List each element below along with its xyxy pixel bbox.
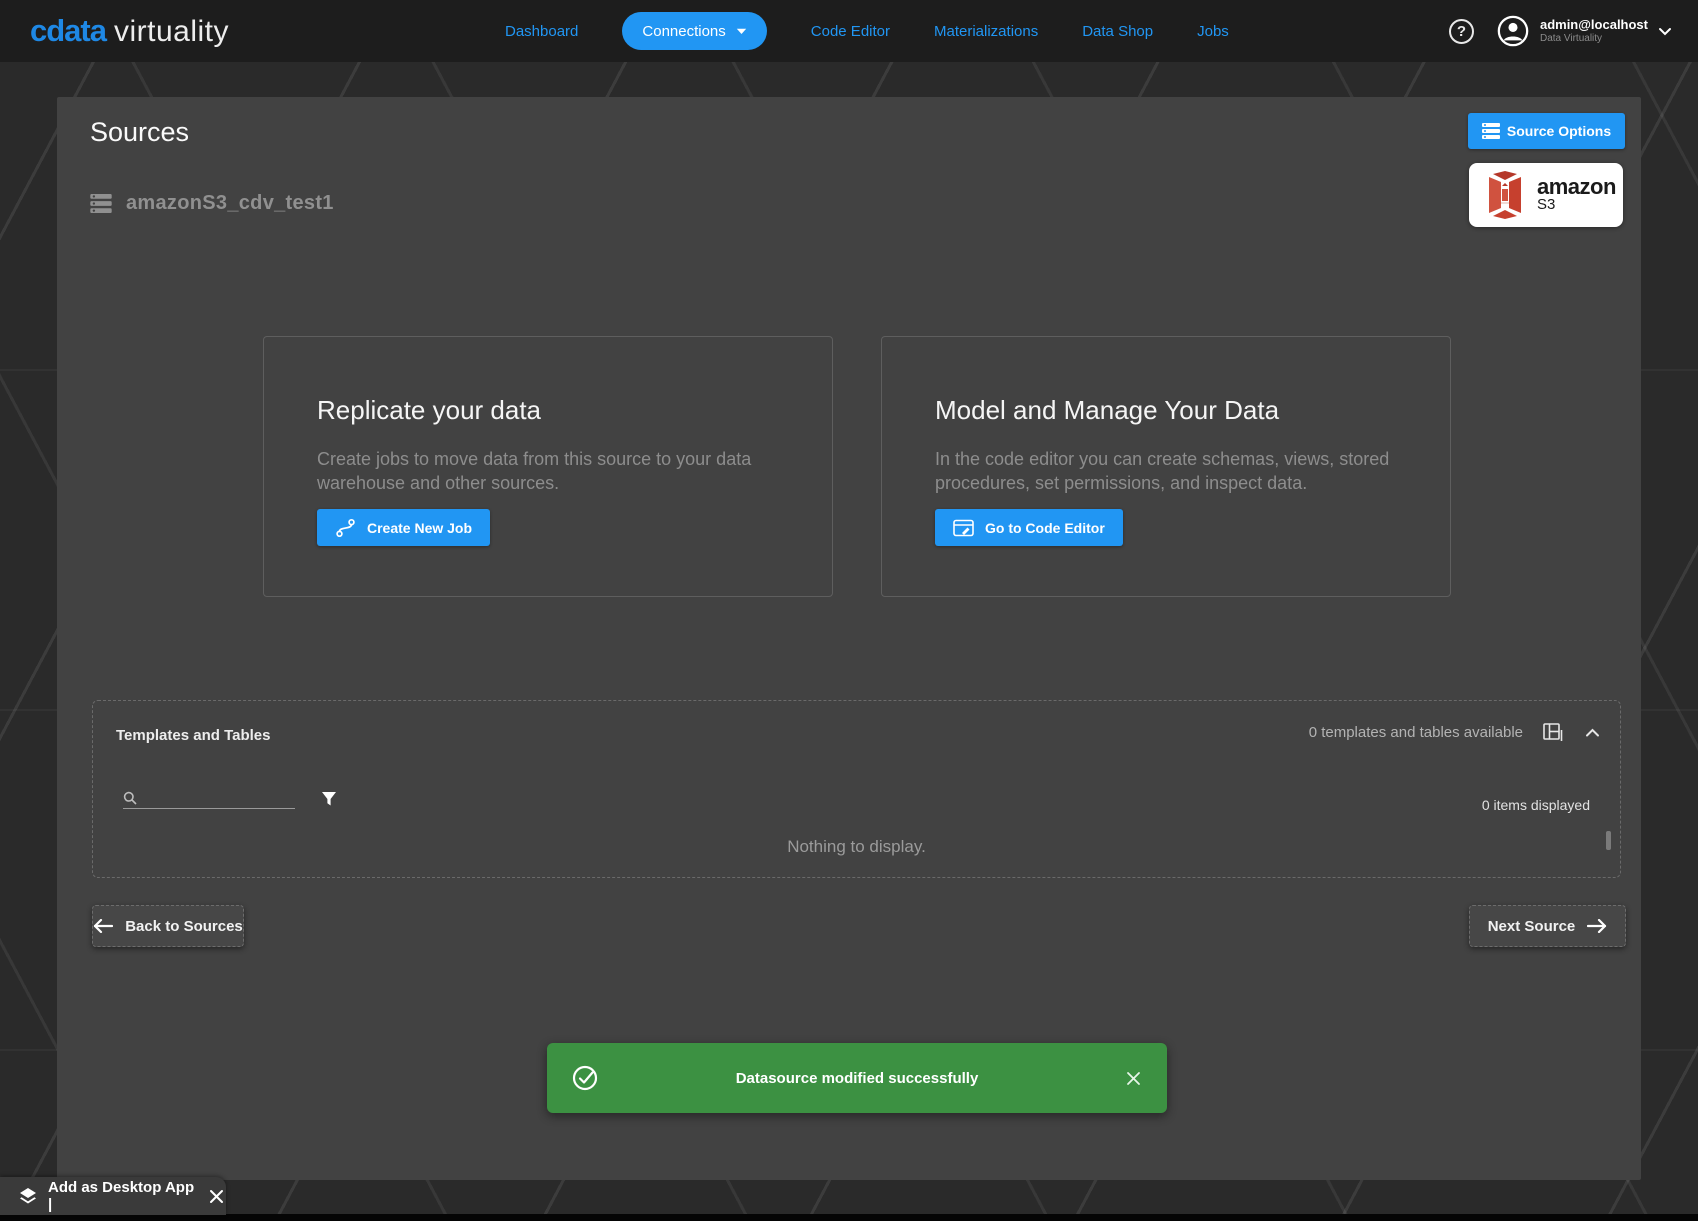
nav-item-dashboard[interactable]: Dashboard bbox=[505, 23, 578, 40]
source-name: amazonS3_cdv_test1 bbox=[126, 192, 334, 214]
back-to-sources-label: Back to Sources bbox=[125, 917, 243, 935]
main-navigation: Dashboard Connections Code Editor Materi… bbox=[505, 0, 1229, 62]
amazon-s3-wordmark: amazon S3 bbox=[1537, 174, 1616, 214]
arrow-left-icon bbox=[93, 919, 114, 933]
go-to-code-editor-button[interactable]: Go to Code Editor bbox=[935, 509, 1123, 546]
user-name: admin@localhost bbox=[1539, 17, 1648, 33]
nav-item-jobs[interactable]: Jobs bbox=[1197, 23, 1229, 40]
empty-list-message: Nothing to display. bbox=[787, 837, 926, 856]
replicate-data-card: Replicate your data Create jobs to move … bbox=[263, 336, 833, 597]
add-as-desktop-app-label: Add as Desktop App | bbox=[48, 1179, 195, 1213]
amazon-s3-logo-card: amazon S3 bbox=[1469, 163, 1623, 227]
nav-item-connections[interactable]: Connections bbox=[622, 12, 767, 50]
app-logo[interactable]: cdata virtuality bbox=[30, 13, 229, 49]
page-title: Sources bbox=[90, 117, 190, 147]
toast-message: Datasource modified successfully bbox=[735, 1069, 979, 1087]
replicate-card-description: Create jobs to move data from this sourc… bbox=[317, 449, 752, 494]
source-options-label: Source Options bbox=[1506, 123, 1612, 139]
templates-search-row bbox=[123, 789, 339, 809]
next-source-button[interactable]: Next Source bbox=[1469, 905, 1626, 947]
list-scrollbar-thumb[interactable] bbox=[1606, 831, 1611, 850]
back-to-sources-button[interactable]: Back to Sources bbox=[92, 905, 244, 947]
amazon-text: amazon bbox=[1537, 174, 1616, 200]
collapse-chevron-up-icon[interactable] bbox=[1583, 726, 1602, 739]
toast-close-icon[interactable] bbox=[1122, 1067, 1145, 1090]
source-options-button[interactable]: Source Options bbox=[1468, 113, 1625, 149]
source-stack-icon bbox=[90, 194, 112, 213]
templates-available-count: 0 templates and tables available bbox=[1308, 724, 1523, 741]
replicate-card-title: Replicate your data bbox=[317, 395, 542, 425]
go-to-code-editor-label: Go to Code Editor bbox=[985, 519, 1105, 536]
nav-item-data-shop[interactable]: Data Shop bbox=[1082, 23, 1153, 40]
user-chevron-down-icon[interactable] bbox=[1658, 27, 1672, 36]
search-icon bbox=[123, 791, 137, 805]
help-icon[interactable]: ? bbox=[1448, 18, 1474, 44]
code-editor-icon bbox=[953, 519, 974, 537]
caret-down-icon bbox=[736, 28, 747, 35]
bottom-edge-strip bbox=[0, 1214, 1698, 1221]
next-source-label: Next Source bbox=[1487, 917, 1576, 935]
top-navbar: cdata virtuality Dashboard Connections C… bbox=[0, 0, 1698, 62]
create-new-job-button[interactable]: Create New Job bbox=[317, 509, 491, 546]
help-glyph: ? bbox=[1456, 22, 1467, 40]
model-manage-card: Model and Manage Your Data In the code e… bbox=[881, 336, 1451, 597]
desktop-bar-close-icon[interactable] bbox=[207, 1187, 226, 1206]
user-info: admin@localhost Data Virtuality bbox=[1540, 17, 1648, 45]
arrow-right-icon bbox=[1587, 919, 1607, 933]
create-new-job-label: Create New Job bbox=[367, 519, 473, 536]
amazon-s3-icon bbox=[1485, 171, 1525, 219]
user-org: Data Virtuality bbox=[1539, 32, 1603, 44]
filter-funnel-icon[interactable] bbox=[319, 789, 339, 809]
search-input[interactable] bbox=[143, 789, 283, 805]
navbar-right-group: ? admin@localhost Data Virtuality bbox=[1448, 0, 1672, 62]
nav-item-materializations[interactable]: Materializations bbox=[934, 23, 1038, 40]
server-stack-icon bbox=[1481, 123, 1500, 139]
sources-panel: Sources Source Options amazon S3 amazonS… bbox=[57, 97, 1641, 1180]
success-toast: Datasource modified successfully bbox=[547, 1043, 1167, 1113]
model-card-description: In the code editor you can create schema… bbox=[935, 449, 1390, 494]
add-as-desktop-app-bar[interactable]: Add as Desktop App | bbox=[0, 1177, 226, 1215]
templates-panel-controls: 0 templates and tables available bbox=[1309, 721, 1602, 744]
logo-virtuality-text: virtuality bbox=[113, 15, 230, 48]
layers-icon bbox=[18, 1186, 38, 1206]
user-avatar-icon bbox=[1496, 14, 1530, 48]
search-field[interactable] bbox=[123, 789, 295, 809]
logo-cdata-text: cdata bbox=[30, 13, 107, 48]
items-displayed-count: 0 items displayed bbox=[1481, 797, 1590, 813]
user-menu[interactable]: admin@localhost Data Virtuality bbox=[1496, 14, 1672, 48]
s3-text: S3 bbox=[1537, 196, 1556, 214]
current-source-row: amazonS3_cdv_test1 bbox=[90, 192, 334, 215]
model-card-title: Model and Manage Your Data bbox=[935, 395, 1280, 425]
nav-item-code-editor[interactable]: Code Editor bbox=[811, 23, 890, 40]
templates-panel-title: Templates and Tables bbox=[116, 727, 271, 744]
templates-and-tables-panel: Templates and Tables 0 templates and tab… bbox=[92, 700, 1621, 878]
job-pipeline-icon bbox=[335, 518, 356, 538]
nav-item-connections-label: Connections bbox=[642, 22, 726, 40]
table-layout-icon[interactable] bbox=[1541, 721, 1565, 744]
